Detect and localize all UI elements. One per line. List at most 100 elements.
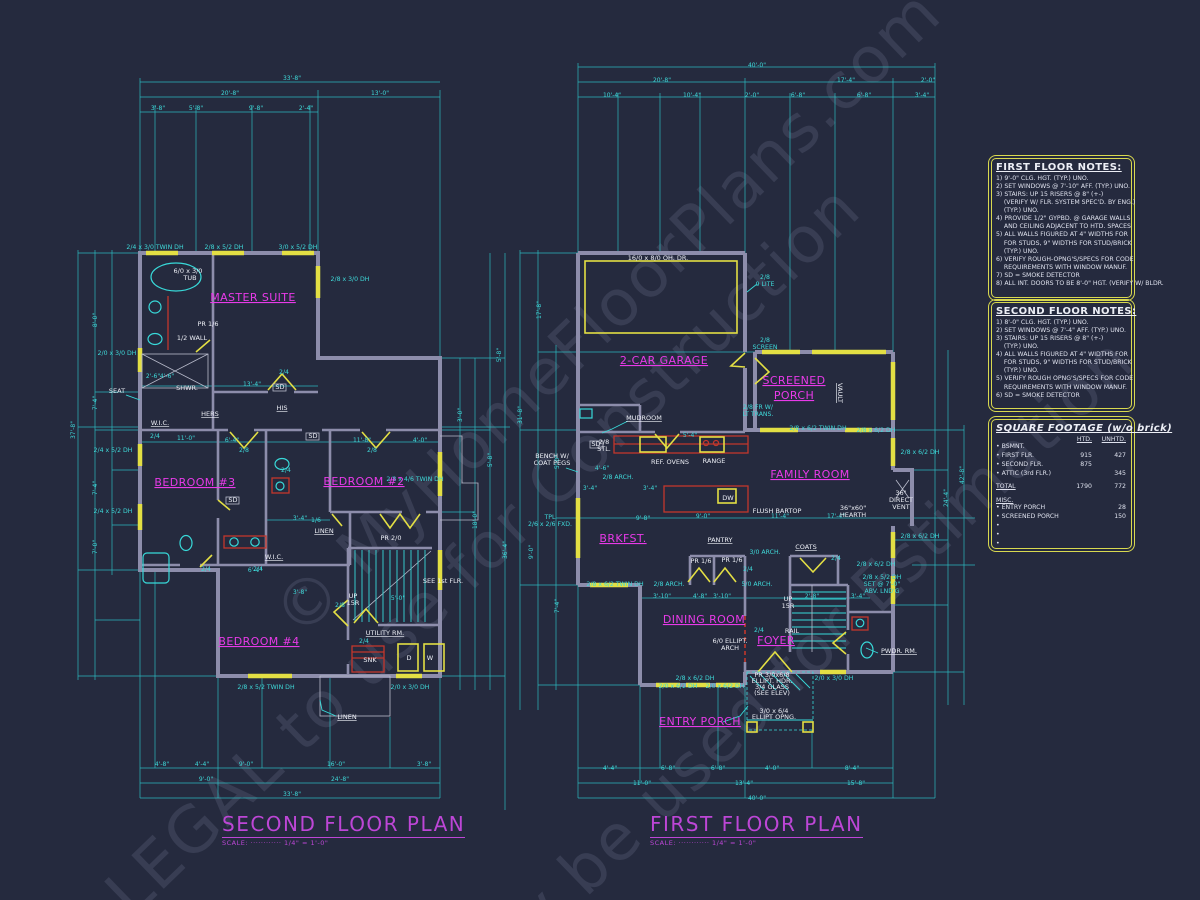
dimension-label: 5'-4"	[683, 432, 697, 439]
dimension-label: 6'-8"	[661, 765, 675, 772]
annotation-label: COATS	[795, 543, 817, 551]
door-label: 5/0 ARCH.	[742, 581, 773, 588]
door-label: 2/8	[239, 447, 249, 454]
window-label: 2/8	[760, 274, 770, 281]
note-line: (VERIFY W/ FLR. SYSTEM SPEC'D. BY ENG.)	[996, 199, 1127, 207]
dimension-label: 6'-8"	[857, 92, 871, 99]
note-line: AND CEILING ADJACENT TO HTD. SPACES	[996, 223, 1127, 231]
dimension-label: 4'-6"	[160, 373, 174, 380]
annotation-label: 1/2 WALL	[177, 334, 208, 342]
dimension-label: 13'-0"	[371, 90, 389, 97]
dimension-label: 5'-8"	[487, 453, 494, 467]
dimension-label: 8'-4"	[845, 765, 859, 772]
dimension-label: 2'-4"	[299, 105, 313, 112]
annotation-label: PR 1/6	[198, 320, 219, 328]
dimension-label: 7'-0"	[92, 540, 99, 554]
note-line: (TYP.) UNO.	[996, 248, 1127, 256]
door-label: 2/4	[253, 566, 263, 573]
annotation-label: DW	[722, 494, 734, 502]
dimension-label: 11'-0"	[633, 780, 651, 787]
master-toilet	[148, 334, 162, 345]
annotation-label: ARCH	[721, 644, 739, 652]
annotation-label: SEE 1st FLR.	[423, 577, 463, 585]
annotation-label: SD	[228, 496, 237, 504]
dimension-label: 11'-0"	[177, 435, 195, 442]
first-floor-notes-list: 1) 9'-0" CLG. HGT. (TYP.) UNO.2) SET WIN…	[996, 175, 1127, 288]
annotation-label: MUDROOM	[626, 414, 662, 422]
dimension-label: 24'-8"	[331, 776, 349, 783]
square-footage-row: TOTAL1790772	[996, 483, 1127, 492]
note-line: (TYP.) UNO.	[996, 367, 1127, 375]
dimension-label: 2'-6"	[146, 373, 160, 380]
room-label: BEDROOM #3	[154, 476, 235, 489]
dimension-label: 13'-4"	[243, 381, 261, 388]
window-label: 2/8 x 5/2 DH	[205, 244, 244, 251]
annotation-label: 15R	[782, 602, 795, 610]
dimension-label: 15'-8"	[847, 780, 865, 787]
note-line: 3) STAIRS: UP 15 RISERS @ 8" (+-)	[996, 191, 1127, 199]
window-label: 2/8 x 3/0 DH	[331, 276, 370, 283]
room-label: SCREENED	[762, 374, 825, 387]
dimension-label: 31'-8"	[517, 406, 524, 424]
note-line: 4) PROVIDE 1/2" GYPBD. @ GARAGE WALLS	[996, 215, 1127, 223]
annotation-label: 15R	[347, 599, 360, 607]
second-floor-notes-box: SECOND FLOOR NOTES: 1) 8'-0" CLG. HGT. (…	[988, 299, 1135, 412]
room-label: 2-CAR GARAGE	[620, 354, 708, 367]
dimension-label: 10'-4"	[603, 92, 621, 99]
window-label: 2/0 x 3/0 DH	[815, 675, 854, 682]
dimension-label: 6'-8"	[711, 765, 725, 772]
note-line: 1) 9'-0" CLG. HGT. (TYP.) UNO.	[996, 175, 1127, 183]
window-label: 2/4 x 5/2 DH	[94, 447, 133, 454]
door-label: 2/8	[335, 602, 345, 609]
annotation-label: SD	[308, 432, 317, 440]
window-label: 2/8	[760, 337, 770, 344]
window-label: 3/0 x 5/2 DH	[279, 244, 318, 251]
dimension-label: 3'-4"	[915, 92, 929, 99]
annotation-label: REF. OVENS	[651, 458, 689, 466]
dimension-label: 9'-0"	[528, 545, 535, 559]
unhtd-column-header: UNHTD.	[1092, 436, 1126, 443]
dimension-label: 16'-0"	[327, 761, 345, 768]
door-label: 2/8 ARCH.	[603, 474, 634, 481]
hall-bath-toilet	[180, 536, 192, 551]
door-label: 2/4	[281, 467, 291, 474]
second-floor-notes-list: 1) 8'-0" CLG. HGT. (TYP.) UNO.2) SET WIN…	[996, 319, 1127, 400]
square-footage-row: • ATTIC (3rd FLR.)345	[996, 470, 1127, 479]
square-footage-rows: • BSMNT.• FIRST FLR.915427• SECOND FLR.8…	[996, 443, 1127, 549]
door-label: 2/4	[201, 566, 211, 573]
first-floor-plan-title-block: FIRST FLOOR PLAN SCALE: ············ 1/4…	[650, 812, 822, 847]
dimension-label: 6'-4"	[225, 437, 239, 444]
dimension-label: 3'-4"	[293, 515, 307, 522]
square-footage-row: • SECOND FLR.875	[996, 461, 1127, 470]
blueprint-sheet: © MyHomeFloorPlans.com ILLEGAL to use fo…	[0, 0, 1200, 900]
window-label: SET @ 7'-0"	[864, 580, 901, 588]
dimension-label: 17'-4"	[837, 77, 855, 84]
dimension-label: 2'-0"	[921, 77, 935, 84]
annotation-label: LINEN	[314, 527, 334, 535]
dimension-label: 10'-4"	[683, 92, 701, 99]
square-footage-title: SQUARE FOOTAGE (w/o brick)	[996, 423, 1127, 434]
first-floor-notes-title: FIRST FLOOR NOTES:	[996, 162, 1127, 173]
dimension-label: 42'-8"	[959, 466, 966, 484]
room-label: MASTER SUITE	[210, 291, 296, 304]
dimension-label: 4'-8"	[155, 761, 169, 768]
annotation-label: SD	[591, 440, 600, 448]
note-line: REQUIREMENTS WITH WINDOW MANUF.	[996, 384, 1127, 392]
dimension-label: 37'-8"	[70, 421, 77, 439]
annotation-label: (SEE ELEV)	[754, 689, 790, 697]
window-label: ABV. LND'G	[865, 588, 900, 595]
dimension-label: 5'-0"	[391, 595, 405, 602]
dimension-label: 6'-8"	[791, 92, 805, 99]
note-line: 3) STAIRS: UP 15 RISERS @ 8" (+-)	[996, 335, 1127, 343]
room-label: FAMILY ROOM	[770, 468, 849, 481]
dimension-label: 3'-4"	[851, 593, 865, 600]
window-label: 2/8 x 6/2 DH	[857, 561, 896, 568]
dimension-label: 4'-0"	[765, 765, 779, 772]
annotation-label: HEARTH	[840, 511, 866, 519]
annotation-label: ELLIPT OPNG.	[752, 713, 796, 721]
porch-post	[803, 722, 813, 732]
dimension-label: 3'-8"	[417, 761, 431, 768]
dimension-label: 7'-4"	[92, 481, 99, 495]
window-label: 2/8 FR W/	[743, 404, 774, 411]
window-label: 2/8 x 6/2 DH	[901, 449, 940, 456]
